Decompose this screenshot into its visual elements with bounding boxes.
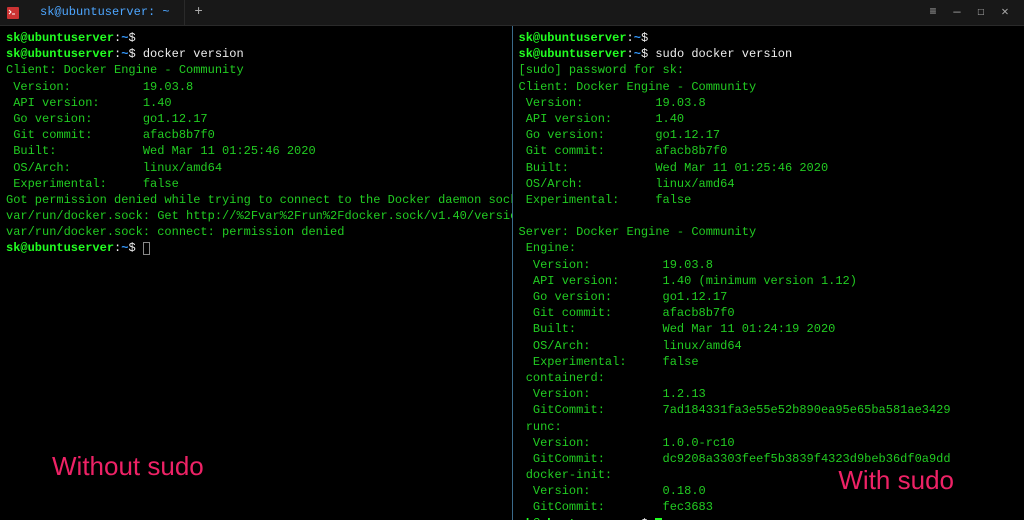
kv-line: Git commit: afacb8b7f0 <box>519 143 1019 159</box>
sudo-password-prompt: [sudo] password for sk: <box>519 62 1019 78</box>
kv-line: Version: 1.2.13 <box>519 386 1019 402</box>
engine-label: Engine: <box>519 240 1019 256</box>
caption-without-sudo: Without sudo <box>52 449 204 484</box>
kv-line: Version: 1.0.0-rc10 <box>519 435 1019 451</box>
blank-line <box>519 208 1019 224</box>
caption-with-sudo: With sudo <box>838 463 954 498</box>
window-controls: ≡ — ☐ ✕ <box>914 4 1024 20</box>
kv-line: Built: Wed Mar 11 01:25:46 2020 <box>519 160 1019 176</box>
error-line: Got permission denied while trying to co… <box>6 192 506 208</box>
kv-line: API version: 1.40 (minimum version 1.12) <box>519 273 1019 289</box>
titlebar: sk@ubuntuserver: ~ + ≡ — ☐ ✕ <box>0 0 1024 26</box>
client-header: Client: Docker Engine - Community <box>6 62 506 78</box>
kv-line: Experimental: false <box>519 354 1019 370</box>
cursor-icon <box>143 242 150 255</box>
prompt-line: sk@ubuntuserver:~$ <box>6 30 506 46</box>
close-icon[interactable]: ✕ <box>998 4 1012 20</box>
maximize-icon[interactable]: ☐ <box>974 4 988 20</box>
kv-line: Go version: go1.12.17 <box>519 127 1019 143</box>
tab-region: sk@ubuntuserver: ~ + <box>0 0 213 25</box>
error-line: var/run/docker.sock: connect: permission… <box>6 224 506 240</box>
kv-line: Version: 19.03.8 <box>519 95 1019 111</box>
error-line: var/run/docker.sock: Get http://%2Fvar%2… <box>6 208 506 224</box>
prompt-line: sk@ubuntuserver:~$ docker version <box>6 46 506 62</box>
prompt-line-idle: sk@ubuntuserver:~$ <box>519 516 1019 520</box>
kv-line: Go version: go1.12.17 <box>519 289 1019 305</box>
kv-line: Go version: go1.12.17 <box>6 111 506 127</box>
runc-label: runc: <box>519 419 1019 435</box>
tab-title: sk@ubuntuserver: ~ <box>40 4 170 20</box>
kv-line: OS/Arch: linux/amd64 <box>6 160 506 176</box>
client-header: Client: Docker Engine - Community <box>519 79 1019 95</box>
kv-line: API version: 1.40 <box>519 111 1019 127</box>
terminal-app-icon <box>0 0 26 25</box>
prompt-line-idle: sk@ubuntuserver:~$ <box>6 240 506 256</box>
kv-line: Git commit: afacb8b7f0 <box>519 305 1019 321</box>
pane-left[interactable]: sk@ubuntuserver:~$ sk@ubuntuserver:~$ do… <box>0 26 513 520</box>
containerd-label: containerd: <box>519 370 1019 386</box>
kv-line: GitCommit: fec3683 <box>519 499 1019 515</box>
kv-line: Built: Wed Mar 11 01:25:46 2020 <box>6 143 506 159</box>
kv-line: Experimental: false <box>519 192 1019 208</box>
panes-container: sk@ubuntuserver:~$ sk@ubuntuserver:~$ do… <box>0 26 1024 520</box>
prompt-line: sk@ubuntuserver:~$ sudo docker version <box>519 46 1019 62</box>
tab-active[interactable]: sk@ubuntuserver: ~ <box>26 0 185 25</box>
kv-line: OS/Arch: linux/amd64 <box>519 338 1019 354</box>
new-tab-button[interactable]: + <box>185 0 213 25</box>
kv-line: Version: 19.03.8 <box>6 79 506 95</box>
prompt-line: sk@ubuntuserver:~$ <box>519 30 1019 46</box>
minimize-icon[interactable]: — <box>950 4 964 20</box>
server-header: Server: Docker Engine - Community <box>519 224 1019 240</box>
kv-line: GitCommit: 7ad184331fa3e55e52b890ea95e65… <box>519 402 1019 418</box>
kv-line: Built: Wed Mar 11 01:24:19 2020 <box>519 321 1019 337</box>
kv-line: Experimental: false <box>6 176 506 192</box>
split-icon[interactable]: ≡ <box>926 4 940 20</box>
kv-line: API version: 1.40 <box>6 95 506 111</box>
kv-line: Version: 19.03.8 <box>519 257 1019 273</box>
pane-right[interactable]: sk@ubuntuserver:~$ sk@ubuntuserver:~$ su… <box>513 26 1024 520</box>
kv-line: OS/Arch: linux/amd64 <box>519 176 1019 192</box>
kv-line: Git commit: afacb8b7f0 <box>6 127 506 143</box>
